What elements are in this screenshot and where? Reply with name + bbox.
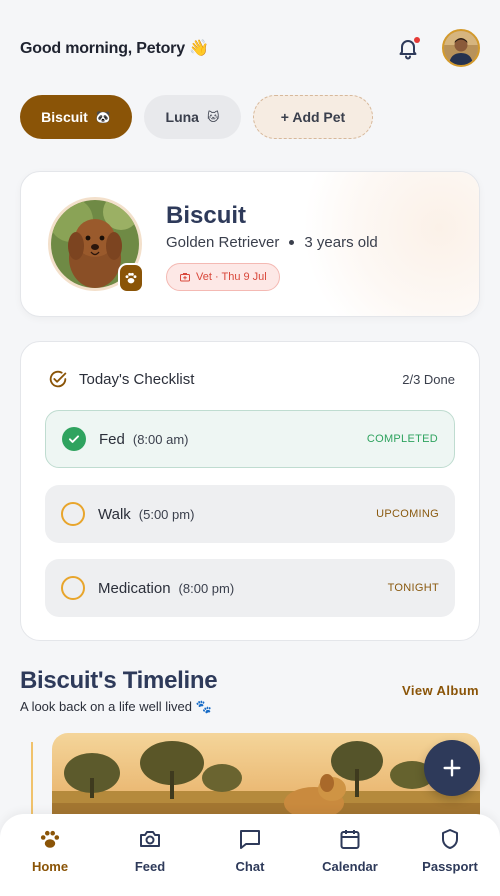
greeting: Good morning, Petory 👋 [20, 38, 209, 58]
pet-chip-label: Luna [165, 109, 199, 125]
checkmark-icon[interactable] [62, 427, 86, 451]
pet-details: Golden Retriever 3 years old [166, 234, 378, 251]
task-name: Medication [98, 579, 171, 597]
pet-selector: Biscuit 🐼 Luna 🐱 + Add Pet [20, 95, 373, 139]
nav-passport[interactable]: Passport [400, 814, 500, 896]
wave-emoji: 👋 [189, 40, 209, 57]
checklist-icon [49, 370, 67, 388]
task-fed[interactable]: Fed (8:00 am) COMPLETED [45, 410, 455, 468]
checklist-card: Today's Checklist 2/3 Done Fed (8:00 am)… [20, 341, 480, 641]
nav-label: Home [31, 859, 69, 874]
nav-chat[interactable]: Chat [200, 814, 300, 896]
shield-icon [438, 827, 462, 851]
notification-dot [414, 37, 420, 43]
task-time: (8:00 pm) [178, 580, 235, 596]
pet-age: 3 years old [304, 234, 378, 251]
vet-appointment-text: Vet · Thu 9 Jul [196, 271, 267, 283]
timeline-subtitle: A look back on a life well lived 🐾 [20, 699, 212, 714]
panda-emoji: 🐼 [95, 110, 111, 124]
pet-profile-card[interactable]: Biscuit Golden Retriever 3 years old Vet… [20, 171, 480, 317]
nav-label: Passport [422, 859, 478, 874]
medical-bag-icon [180, 273, 190, 282]
vet-appointment-badge[interactable]: Vet · Thu 9 Jul [166, 263, 280, 291]
checklist-header: Today's Checklist 2/3 Done [47, 367, 455, 391]
nav-label: Chat [235, 859, 265, 874]
pet-chip-label: Biscuit [41, 109, 88, 125]
task-time: (8:00 am) [132, 431, 189, 447]
paw-icon [38, 827, 62, 851]
view-album-link[interactable]: View Album [402, 683, 479, 698]
pet-chip-biscuit[interactable]: Biscuit 🐼 [20, 95, 132, 139]
notification-bell-icon[interactable] [396, 36, 420, 60]
nav-calendar[interactable]: Calendar [300, 814, 400, 896]
user-avatar[interactable] [442, 29, 480, 67]
add-pet-button[interactable]: + Add Pet [253, 95, 373, 139]
paw-badge-icon [118, 263, 144, 293]
task-time: (5:00 pm) [138, 506, 195, 522]
plus-icon [443, 759, 461, 777]
separator-dot [289, 240, 295, 245]
task-medication[interactable]: Medication (8:00 pm) TONIGHT [45, 559, 455, 617]
cat-emoji: 🐱 [206, 110, 220, 124]
nav-feed[interactable]: Feed [100, 814, 200, 896]
calendar-icon [338, 827, 362, 851]
checklist-progress: 2/3 Done [402, 371, 455, 387]
timeline-line [31, 742, 33, 822]
task-name: Fed [99, 430, 125, 448]
greeting-text: Good morning, Petory [20, 40, 185, 57]
nav-label: Feed [134, 859, 166, 874]
task-walk[interactable]: Walk (5:00 pm) UPCOMING [45, 485, 455, 543]
unchecked-circle-icon[interactable] [61, 502, 85, 526]
task-status: UPCOMING [376, 508, 439, 520]
pet-chip-luna[interactable]: Luna 🐱 [144, 95, 241, 139]
nav-home[interactable]: Home [0, 814, 100, 896]
pet-breed: Golden Retriever [166, 234, 280, 251]
nav-label: Calendar [322, 859, 378, 874]
checklist-title: Today's Checklist [79, 370, 195, 388]
header: Good morning, Petory 👋 [20, 28, 480, 68]
add-memory-fab[interactable] [424, 740, 480, 796]
unchecked-circle-icon[interactable] [61, 576, 85, 600]
bottom-nav: Home Feed Chat Calendar Passport [0, 814, 500, 896]
timeline-title: Biscuit's Timeline [20, 667, 218, 694]
chat-bubble-icon [238, 827, 262, 851]
camera-icon [138, 827, 162, 851]
pet-name: Biscuit [166, 202, 247, 229]
task-name: Walk [98, 505, 131, 523]
task-status: COMPLETED [366, 433, 438, 445]
task-status: TONIGHT [387, 582, 439, 594]
